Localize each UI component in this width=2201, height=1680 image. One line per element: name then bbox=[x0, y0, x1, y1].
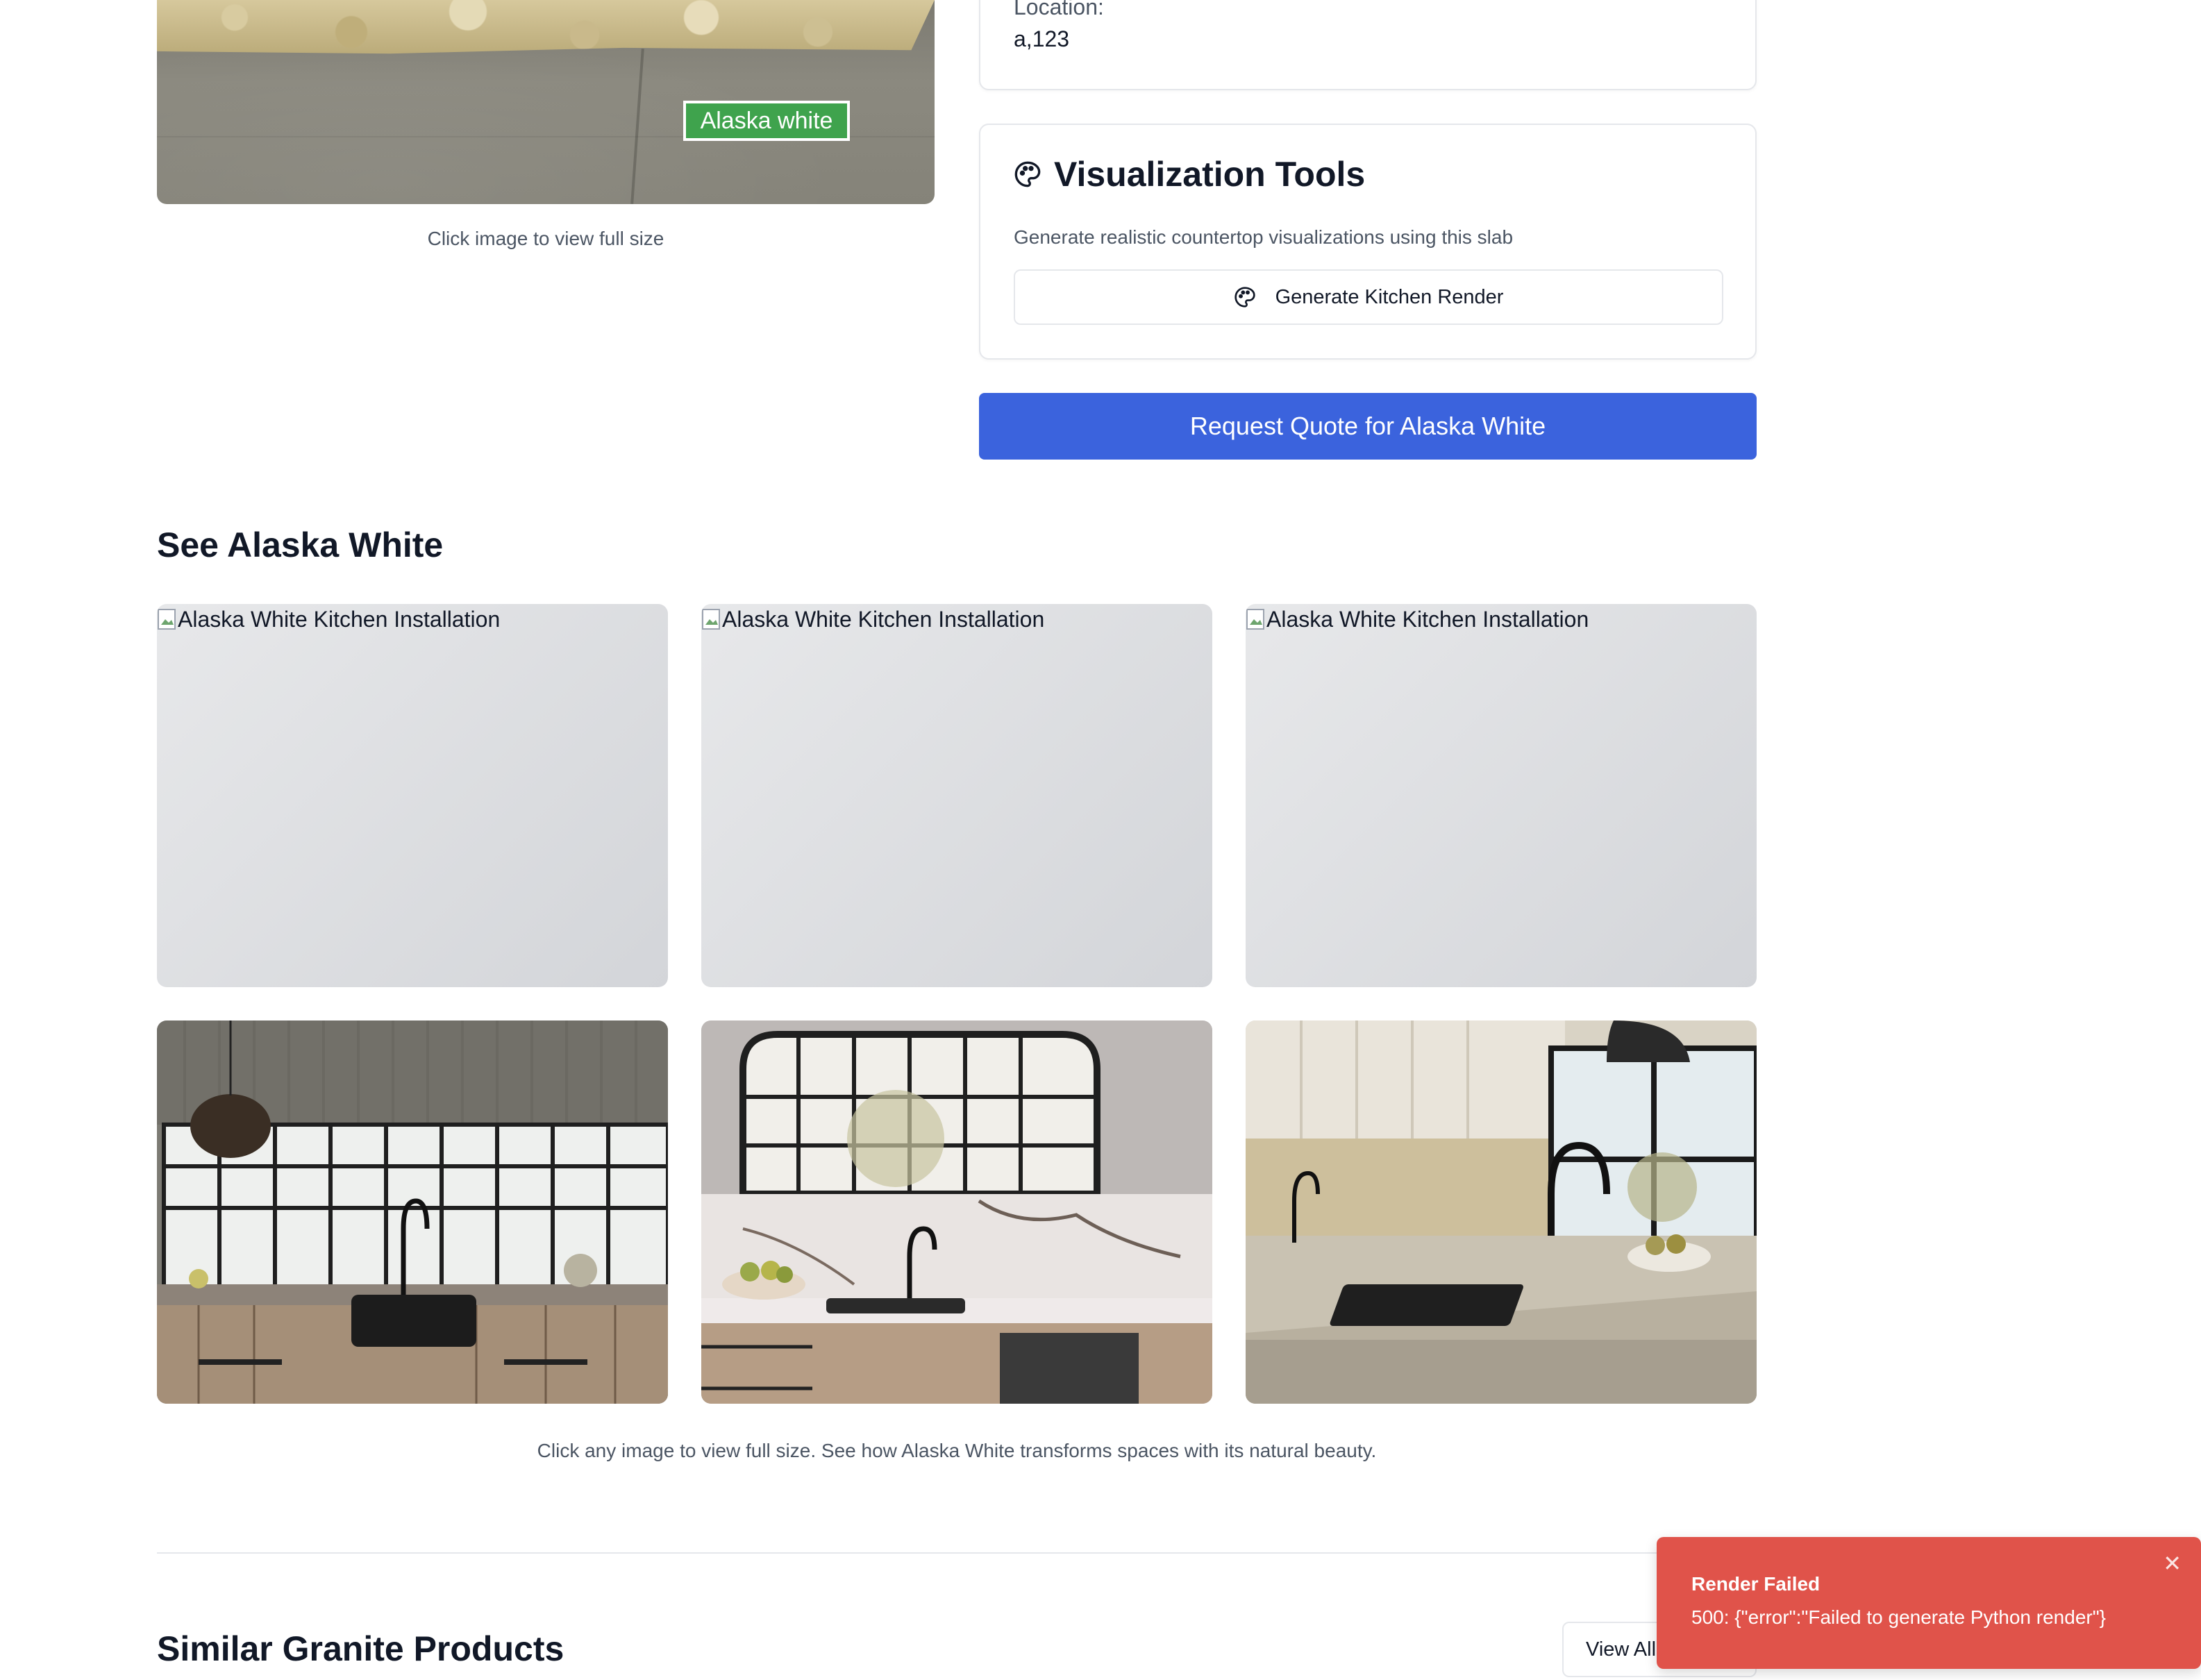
slab-stone-texture bbox=[157, 0, 935, 54]
location-card: Location: a,123 bbox=[979, 0, 1757, 90]
request-quote-button[interactable]: Request Quote for Alaska White bbox=[979, 393, 1757, 460]
visualization-tools-card: Visualization Tools Generate realistic c… bbox=[979, 124, 1757, 360]
gallery-caption: Click any image to view full size. See h… bbox=[537, 1440, 1377, 1461]
broken-image-alt: Alaska White Kitchen Installation bbox=[1246, 607, 1589, 632]
slab-name-tag: Alaska white bbox=[683, 101, 850, 141]
kitchen-photo-3 bbox=[1246, 1020, 1757, 1404]
slab-image-hint: Click image to view full size bbox=[427, 228, 664, 249]
gallery-kitchen-photo[interactable] bbox=[157, 1020, 668, 1404]
toast-message: 500: {"error":"Failed to generate Python… bbox=[1691, 1606, 2107, 1628]
generate-kitchen-render-button[interactable]: Generate Kitchen Render bbox=[1014, 269, 1723, 325]
gallery-kitchen-photo[interactable] bbox=[701, 1020, 1212, 1404]
gallery-image-broken[interactable]: Alaska White Kitchen Installation bbox=[157, 604, 668, 987]
location-label: Location: bbox=[1014, 0, 1104, 19]
palette-icon bbox=[1014, 161, 1041, 187]
visualization-title-row: Visualization Tools bbox=[1014, 154, 1365, 194]
kitchen-photo-1 bbox=[157, 1020, 668, 1404]
slab-main-image[interactable]: Alaska white bbox=[157, 0, 935, 204]
gallery-image-broken[interactable]: Alaska White Kitchen Installation bbox=[1246, 604, 1757, 987]
generate-kitchen-render-label: Generate Kitchen Render bbox=[1275, 285, 1504, 308]
visualization-title: Visualization Tools bbox=[1054, 155, 1366, 194]
error-toast: ✕ Render Failed 500: {"error":"Failed to… bbox=[1657, 1537, 2201, 1669]
broken-image-icon bbox=[157, 608, 178, 632]
close-icon[interactable]: ✕ bbox=[2163, 1552, 2182, 1574]
palette-icon bbox=[1234, 287, 1255, 308]
toast-title: Render Failed bbox=[1691, 1573, 1821, 1595]
location-value: a,123 bbox=[1014, 26, 1070, 51]
gallery-image-broken[interactable]: Alaska White Kitchen Installation bbox=[701, 604, 1212, 987]
gallery-title: See Alaska White bbox=[157, 526, 444, 564]
visualization-description: Generate realistic countertop visualizat… bbox=[1014, 226, 1514, 248]
broken-image-icon bbox=[1246, 608, 1266, 632]
gallery-kitchen-photo[interactable] bbox=[1246, 1020, 1757, 1404]
broken-image-alt: Alaska White Kitchen Installation bbox=[701, 607, 1044, 632]
section-divider bbox=[157, 1552, 1757, 1554]
kitchen-photo-2 bbox=[701, 1020, 1212, 1404]
similar-products-title: Similar Granite Products bbox=[157, 1629, 564, 1668]
floor-crack bbox=[630, 49, 644, 204]
broken-image-alt: Alaska White Kitchen Installation bbox=[157, 607, 500, 632]
broken-image-icon bbox=[701, 608, 722, 632]
